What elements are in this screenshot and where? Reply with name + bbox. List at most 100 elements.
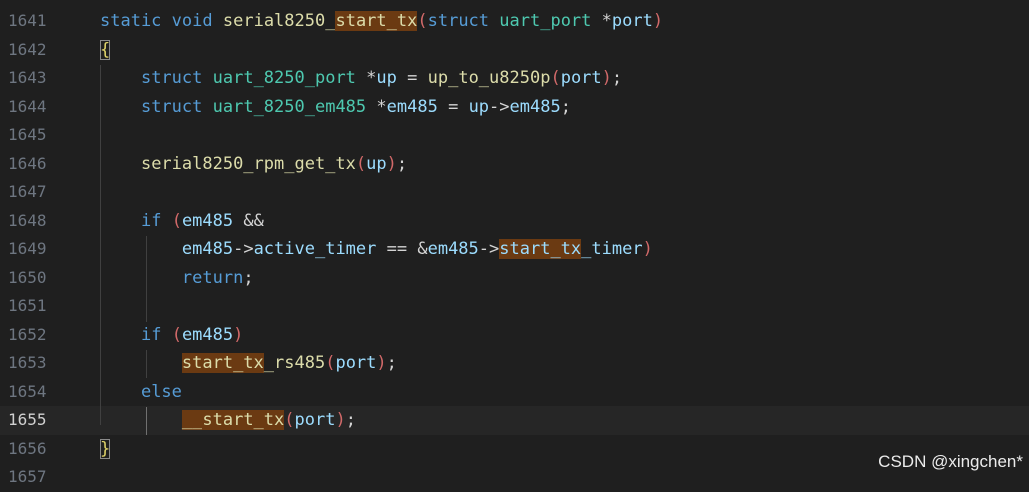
line-number: 1647 — [8, 182, 47, 201]
line-number: 1650 — [8, 267, 47, 287]
code-token: active_timer — [253, 239, 377, 259]
code-token: ( — [171, 210, 182, 231]
indent-guide-if-body — [146, 350, 147, 378]
code-text: return; — [100, 264, 254, 293]
code-token: struct — [140, 68, 203, 88]
search-match-token: start_tx — [202, 410, 285, 430]
code-token: ) — [386, 153, 397, 174]
code-token: -> — [489, 96, 510, 117]
code-token: else — [140, 381, 182, 402]
code-token: em485 — [181, 210, 234, 231]
code-token: ; — [386, 353, 397, 373]
indent-guide-if-condition — [146, 236, 147, 322]
code-line[interactable]: 1649 em485->active_timer == &em485->star… — [0, 235, 1029, 264]
code-token: void — [171, 11, 213, 31]
code-line[interactable]: 1647 — [0, 178, 1029, 207]
line-number: 1642 — [8, 39, 47, 59]
code-token: * — [366, 68, 377, 88]
code-token: -> — [233, 239, 254, 259]
code-text: em485->active_timer == &em485->start_tx_… — [100, 235, 653, 264]
code-line[interactable]: 1648 if (em485 && — [0, 207, 1029, 236]
code-token: ) — [652, 11, 664, 31]
line-number: 1651 — [8, 296, 47, 315]
code-text: start_tx_rs485(port); — [100, 349, 397, 378]
code-token: uart_8250_em485 — [212, 96, 367, 117]
line-number: 1643 — [8, 68, 47, 87]
code-token: _timer — [581, 239, 643, 259]
code-editor[interactable]: 1641 static void serial8250_start_tx(stru… — [0, 0, 1029, 486]
code-token: struct — [427, 11, 490, 31]
search-match-token: __ — [181, 410, 203, 430]
line-number: 1656 — [8, 438, 47, 458]
line-number: 1648 — [8, 210, 47, 230]
code-token: ) — [233, 324, 244, 345]
code-token: serial8250_ — [222, 11, 336, 31]
code-token: return — [181, 267, 244, 288]
code-token: = — [396, 68, 428, 88]
code-line[interactable]: 1656} — [0, 435, 1029, 464]
code-line[interactable]: 1641 static void serial8250_start_tx(stru… — [0, 7, 1029, 36]
search-match-token: start_tx — [181, 353, 264, 373]
code-token: uart_port — [499, 11, 592, 31]
code-token: -> — [478, 239, 500, 259]
code-line[interactable]: 1653 start_tx_rs485(port); — [0, 349, 1029, 378]
code-line[interactable]: 1654 else — [0, 378, 1029, 407]
code-token: == — [376, 239, 418, 259]
code-token: ( — [355, 153, 367, 174]
code-token: && — [233, 210, 264, 231]
code-line[interactable]: 1642 { — [0, 36, 1029, 65]
code-line[interactable]: 1652 if (em485) — [0, 321, 1029, 350]
code-text: serial8250_rpm_get_tx(up); — [100, 150, 407, 179]
code-token: port — [294, 410, 336, 430]
code-token: ) — [335, 410, 346, 430]
code-token: ( — [550, 68, 561, 88]
code-token: em485 — [509, 96, 561, 117]
code-text: { — [100, 36, 111, 65]
line-number: 1641 — [8, 11, 47, 30]
code-token: & — [417, 239, 428, 259]
code-token: ; — [611, 68, 623, 88]
code-line[interactable]: 1645 — [0, 121, 1029, 150]
code-token: ; — [396, 153, 408, 174]
code-token: ( — [325, 353, 336, 373]
code-token: up_to_u8250p — [427, 68, 551, 88]
code-text: } — [100, 435, 111, 464]
code-token: { — [100, 39, 111, 60]
line-number: 1657 — [8, 467, 47, 486]
code-token: ; — [560, 96, 571, 117]
code-token: em485 — [181, 324, 234, 345]
code-line[interactable]: 1655 __start_tx(port); — [0, 406, 1029, 435]
code-text: struct uart_8250_em485 *em485 = up->em48… — [100, 93, 571, 122]
search-match-token: start_tx — [335, 11, 418, 31]
csdn-watermark: CSDN @xingchen* — [878, 452, 1023, 471]
code-line[interactable]: 1650 return; — [0, 264, 1029, 293]
code-line[interactable]: 1646 serial8250_rpm_get_tx(up); — [0, 150, 1029, 179]
code-line[interactable]: 1651 — [0, 292, 1029, 321]
line-number: 1644 — [8, 96, 47, 116]
code-token: ) — [642, 239, 653, 259]
code-line[interactable]: 1643 struct uart_8250_port *up = up_to_u… — [0, 64, 1029, 93]
code-line[interactable]: 1657 — [0, 463, 1029, 492]
code-token: serial8250_rpm_get_tx — [140, 153, 356, 174]
search-match-token: start_tx — [499, 239, 582, 259]
code-token: ( — [171, 324, 182, 345]
code-text: static void serial8250_start_tx(struct u… — [100, 7, 663, 36]
code-token: ( — [417, 11, 428, 31]
line-number: 1655 — [8, 410, 47, 429]
code-line[interactable]: 1644 struct uart_8250_em485 *em485 = up-… — [0, 93, 1029, 122]
code-token: em485 — [181, 239, 234, 259]
